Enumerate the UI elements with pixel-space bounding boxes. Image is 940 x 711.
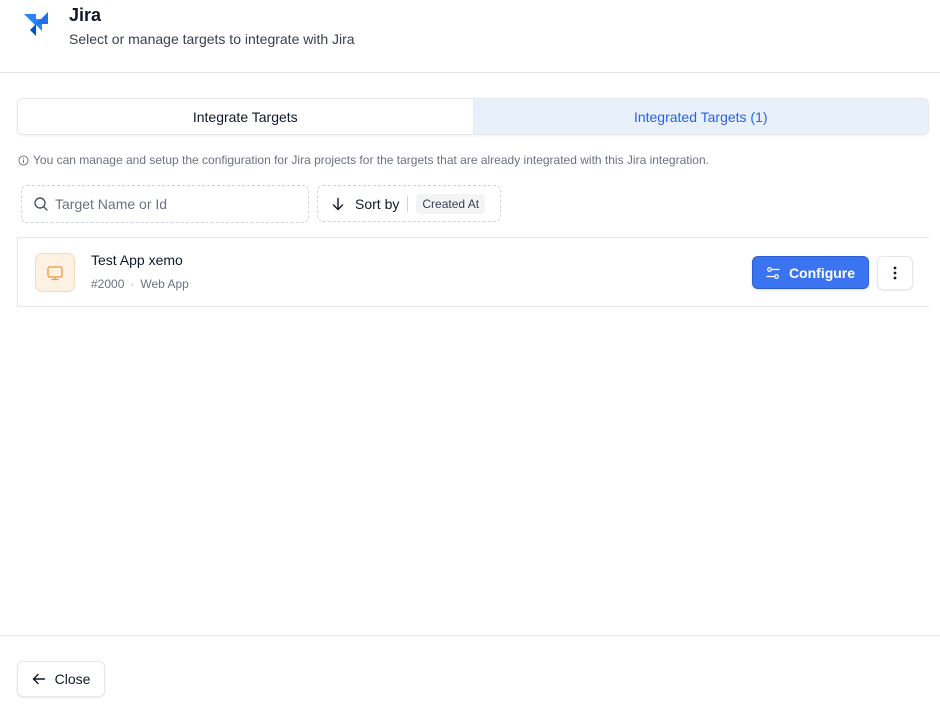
sort-value-chip: Created At (416, 193, 486, 214)
target-name: Test App xemo (91, 252, 183, 268)
search-box (21, 185, 309, 223)
tab-integrate-targets[interactable]: Integrate Targets (18, 99, 473, 134)
more-options-button[interactable] (877, 256, 913, 290)
more-vertical-icon (893, 266, 897, 280)
dialog-footer: Close (0, 635, 940, 711)
configure-label: Configure (788, 264, 856, 281)
dialog-title: Jira (69, 5, 102, 25)
target-type: Web App (140, 277, 189, 291)
tab-integrated-targets[interactable]: Integrated Targets (1) (472, 99, 928, 134)
settings-sliders-icon (766, 266, 780, 279)
info-text: You can manage and setup the configurati… (33, 153, 709, 167)
dialog-header: Jira Select or manage targets to integra… (0, 0, 940, 73)
sort-button[interactable]: Sort by Created At (317, 185, 501, 222)
sort-label: Sort by (355, 195, 400, 212)
arrow-down-icon (332, 197, 344, 210)
target-meta: #2000 · Web App (91, 277, 189, 291)
info-icon (18, 154, 29, 166)
sort-divider (407, 195, 409, 212)
jira-logo-icon (24, 12, 48, 36)
target-tabs: Integrate Targets Integrated Targets (1) (17, 98, 929, 135)
info-message: You can manage and setup the configurati… (18, 153, 709, 167)
configure-button[interactable]: Configure (752, 256, 869, 289)
app-icon-badge (35, 253, 75, 292)
dialog-subtitle: Select or manage targets to integrate wi… (69, 31, 355, 47)
search-icon (34, 197, 48, 211)
monitor-icon (47, 265, 63, 280)
close-button[interactable]: Close (17, 661, 105, 697)
close-label: Close (54, 671, 91, 687)
target-id: #2000 (91, 277, 125, 291)
arrow-left-icon (32, 673, 45, 685)
meta-separator: · (130, 277, 135, 291)
search-input[interactable] (55, 196, 295, 212)
target-row: Test App xemo #2000 · Web App Configure (17, 237, 929, 307)
